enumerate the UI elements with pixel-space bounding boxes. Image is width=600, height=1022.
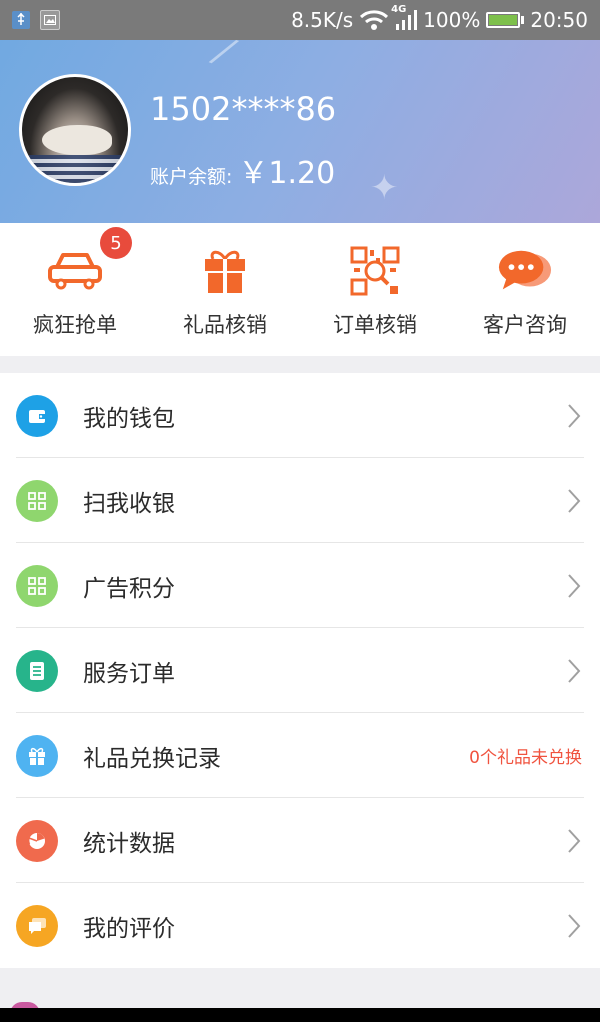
menu-item-label: 我的钱包 [83,405,175,432]
balance-label: 账户余额: [150,166,233,188]
battery-percent: 100% [423,8,481,32]
menu-item-label: 礼品兑换记录 [83,745,221,772]
profile-header: ⁄ ✦ 1502****86 账户余额: ￥1.20 [0,40,600,223]
sparkle-icon: ✦ [370,168,399,208]
chat-bubbles-icon [497,245,553,297]
menu-item-service-orders[interactable]: 服务订单 [0,628,600,713]
quick-action-label: 客户咨询 [483,313,567,337]
car-icon [47,245,103,297]
quick-action-customer-consult[interactable]: 客户咨询 [450,223,600,356]
user-phone: 1502****86 [150,90,337,128]
quick-action-label: 疯狂抢单 [33,313,117,337]
quick-action-order-verify[interactable]: 订单核销 [300,223,450,356]
qr-code-icon [16,564,58,607]
chevron-right-icon [568,573,581,598]
sparkle-decoration: ⁄ [212,40,235,76]
menu-item-gift-records[interactable]: 礼品兑换记录 0个礼品未兑换 [0,713,600,798]
comment-icon [16,904,58,947]
quick-action-gift-verify[interactable]: 礼品核销 [150,223,300,356]
order-list-icon [16,649,58,692]
gift-icon [197,245,253,297]
unredeemed-gift-note: 0个礼品未兑换 [469,748,582,768]
avatar[interactable] [19,74,131,186]
wallet-icon [16,394,58,437]
usb-icon [12,11,30,29]
chevron-right-icon [568,403,581,428]
menu-item-label: 扫我收银 [83,490,175,517]
menu-item-scan-cashier[interactable]: 扫我收银 [0,458,600,543]
chevron-right-icon [568,913,581,938]
menu-item-ad-points[interactable]: 广告积分 [0,543,600,628]
net-speed: 8.5K/s [291,8,354,32]
chevron-right-icon [568,488,581,513]
menu-item-statistics[interactable]: 统计数据 [0,798,600,883]
clock: 20:50 [530,8,588,32]
balance-value: ￥1.20 [238,156,336,191]
menu-item-label: 广告积分 [83,575,175,602]
network-type: 4G [391,4,407,15]
menu-item-wallet[interactable]: 我的钱包 [0,373,600,458]
quick-action-label: 礼品核销 [183,313,267,337]
menu-item-my-reviews[interactable]: 我的评价 [0,883,600,968]
quick-action-grab-order[interactable]: 疯狂抢单 5 [0,223,150,356]
status-bar: 8.5K/s 4G 100% 20:50 [0,0,600,40]
gift-icon [16,734,58,777]
quick-actions: 疯狂抢单 5 礼品核销 订单核销 客户咨询 [0,223,600,356]
battery-icon [486,12,525,28]
qr-scan-icon [347,245,403,297]
menu-list: 我的钱包 扫我收银 广告积分 服务订单 礼品兑换记录 0个礼品未兑换 统计数据 … [0,373,600,968]
chevron-right-icon [568,658,581,683]
menu-item-label: 服务订单 [83,660,175,687]
menu-item-label: 统计数据 [83,830,175,857]
account-balance: 账户余额: ￥1.20 [150,148,335,192]
signal-icon: 4G [391,4,418,30]
qr-code-icon [16,479,58,522]
quick-action-label: 订单核销 [333,313,417,337]
system-navigation-bar [0,1008,600,1022]
notification-badge: 5 [100,227,132,259]
pie-chart-icon [16,819,58,862]
menu-item-label: 我的评价 [83,915,175,942]
wifi-icon [360,10,389,30]
chevron-right-icon [568,828,581,853]
image-notification-icon [40,10,60,30]
